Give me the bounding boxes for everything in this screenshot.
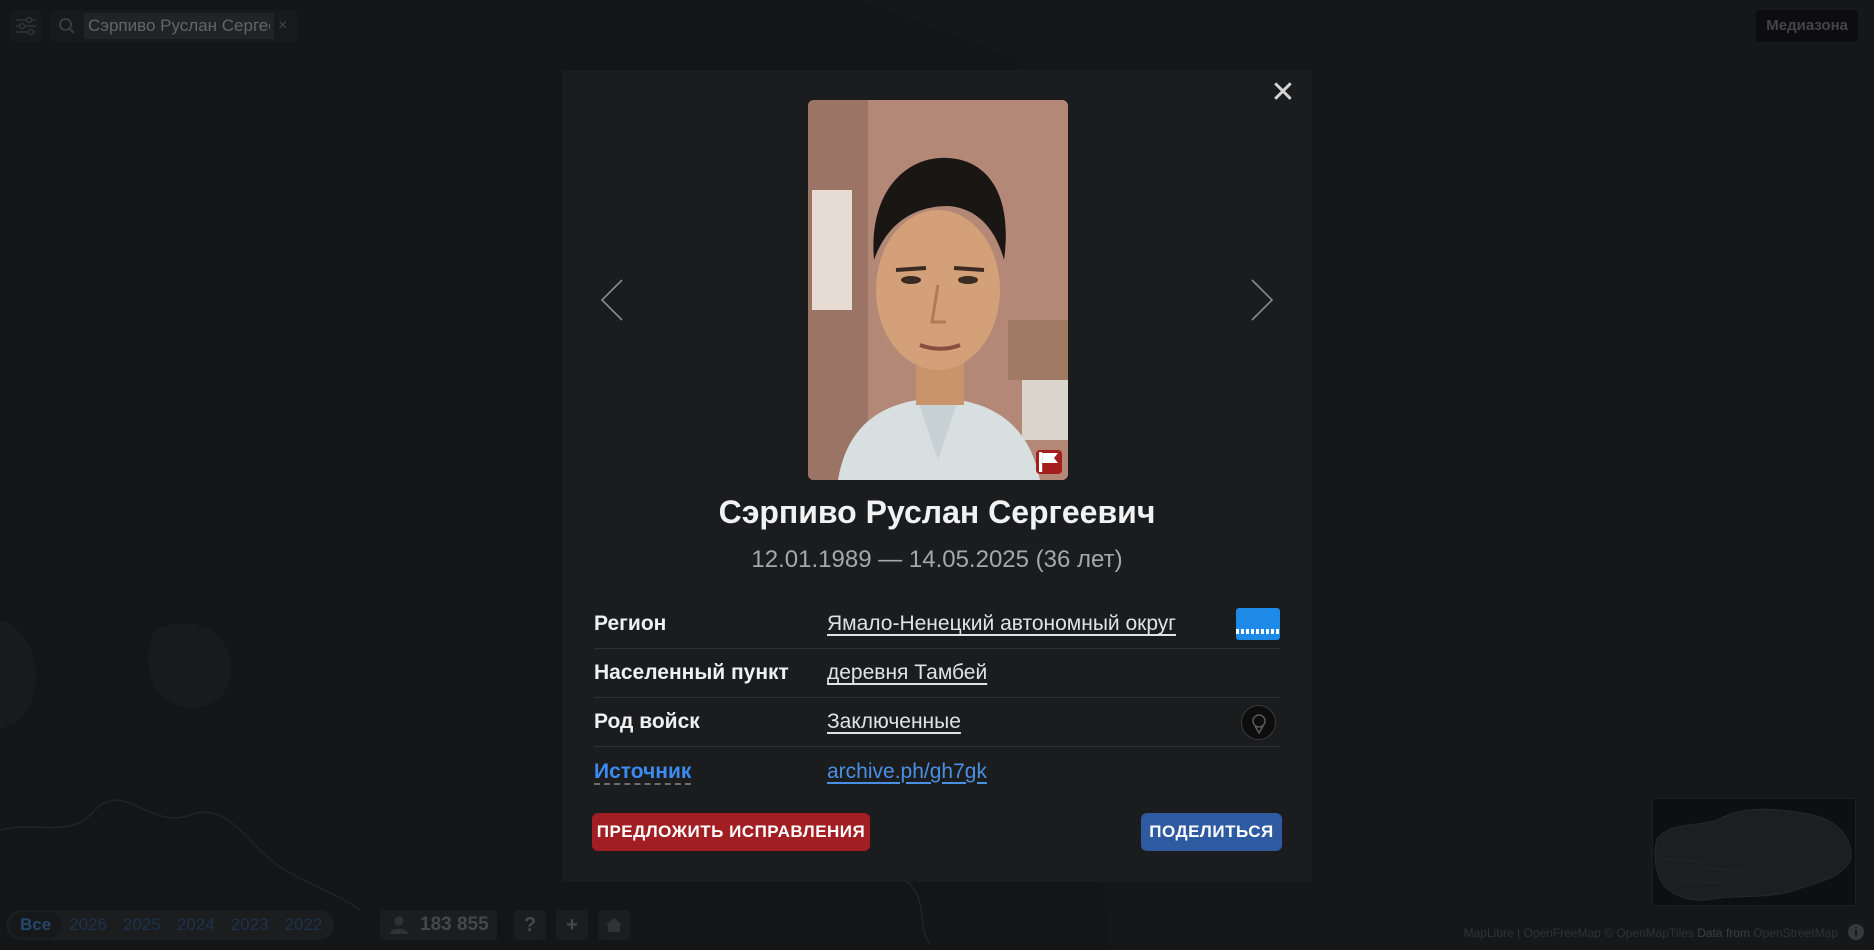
region-flag-icon — [1236, 608, 1280, 640]
person-photo — [808, 100, 1068, 480]
source-link[interactable]: archive.ph/gh7gk — [827, 760, 987, 784]
previous-button[interactable] — [592, 270, 632, 330]
chevron-right-icon — [1251, 279, 1274, 321]
info-row-source: Источник archive.ph/gh7gk — [594, 747, 1280, 796]
report-button[interactable] — [1036, 450, 1062, 474]
flag-icon — [1039, 452, 1058, 472]
settlement-label: Населенный пункт — [594, 661, 789, 684]
next-button[interactable] — [1242, 270, 1282, 330]
info-table: Регион Ямало-Ненецкий автономный округ Н… — [594, 600, 1280, 796]
suggest-corrections-button[interactable]: ПРЕДЛОЖИТЬ ИСПРАВЛЕНИЯ — [592, 813, 870, 851]
region-label: Регион — [594, 612, 667, 635]
region-link[interactable]: Ямало-Ненецкий автономный округ — [827, 612, 1176, 636]
troops-emblem-icon — [1241, 705, 1276, 740]
settlement-link[interactable]: деревня Тамбей — [827, 661, 987, 685]
troops-label: Род войск — [594, 710, 700, 733]
chevron-left-icon — [600, 279, 623, 321]
person-dates: 12.01.1989 — 14.05.2025 (36 лет) — [751, 546, 1123, 573]
info-row-troops: Род войск Заключенные — [594, 698, 1280, 747]
source-label[interactable]: Источник — [594, 760, 827, 784]
close-icon[interactable]: ✕ — [1268, 78, 1298, 108]
info-row-settlement: Населенный пункт деревня Тамбей — [594, 649, 1280, 698]
share-button[interactable]: ПОДЕЛИТЬСЯ — [1141, 813, 1282, 851]
troops-link[interactable]: Заключенные — [827, 710, 961, 734]
info-row-region: Регион Ямало-Ненецкий автономный округ — [594, 600, 1280, 649]
person-card-modal: ✕ Сэрпиво Руслан Сергеевич 12.01.1989 — … — [562, 70, 1312, 882]
person-name: Сэрпиво Руслан Сергеевич — [718, 494, 1156, 530]
